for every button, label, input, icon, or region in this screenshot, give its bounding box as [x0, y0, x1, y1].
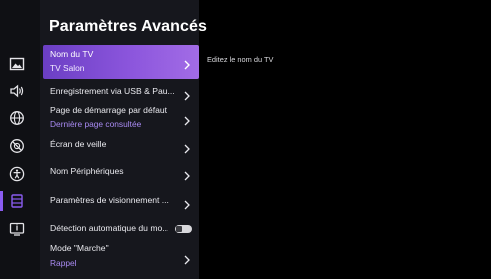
menu-item-tv-name[interactable]: Nom du TV TV Salon: [43, 45, 199, 79]
menu-item-power-mode[interactable]: Mode "Marche" Rappel: [43, 240, 199, 274]
menu-item-device-names[interactable]: Nom Périphériques: [43, 159, 199, 185]
system-icon[interactable]: [7, 191, 27, 211]
auto-detection-toggle[interactable]: [175, 225, 192, 233]
chevron-right-icon: [183, 252, 191, 265]
category-icon-bar: [0, 0, 40, 279]
menu-item-label: Enregistrement via USB & Pau...: [50, 86, 175, 96]
menu-item-label: Paramètres de visionnement ...: [50, 195, 169, 205]
menu-item-label: Nom du TV: [50, 49, 94, 59]
menu-item-label: Nom Périphériques: [50, 166, 124, 176]
support-icon[interactable]: [7, 219, 27, 239]
chevron-right-icon: [183, 168, 191, 181]
chevron-right-icon: [183, 141, 191, 154]
menu-item-label: Mode "Marche": [50, 243, 109, 253]
menu-item-label: Détection automatique du mo...: [50, 223, 168, 233]
menu-item-viewing-settings[interactable]: Paramètres de visionnement ...: [43, 188, 199, 214]
menu-item-value: Dernière page consultée: [50, 119, 142, 129]
menu-item-value: TV Salon: [50, 63, 85, 73]
picture-icon[interactable]: [7, 54, 27, 74]
chevron-right-icon: [183, 197, 191, 210]
accessibility-icon[interactable]: [7, 164, 27, 184]
menu-item-default-start-page[interactable]: Page de démarrage par défaut Dernière pa…: [43, 101, 199, 135]
network-icon[interactable]: [7, 108, 27, 128]
panel-title: Paramètres Avancés: [49, 18, 208, 35]
menu-item-auto-detection[interactable]: Détection automatique du mo...: [43, 216, 199, 242]
channel-icon[interactable]: [7, 136, 27, 156]
chevron-right-icon: [183, 57, 191, 70]
active-category-indicator: [0, 191, 3, 211]
chevron-right-icon: [183, 88, 191, 101]
item-description: Editez le nom du TV: [207, 55, 274, 64]
menu-item-label: Page de démarrage par défaut: [50, 105, 168, 115]
advanced-settings-panel: Paramètres Avancés Nom du TV TV Salon En…: [40, 0, 207, 279]
menu-item-label: Écran de veille: [50, 139, 107, 149]
menu-item-value: Rappel: [50, 258, 77, 268]
menu-item-screensaver[interactable]: Écran de veille: [43, 132, 199, 158]
sound-icon[interactable]: [7, 81, 27, 101]
chevron-right-icon: [183, 113, 191, 126]
toggle-knob: [176, 226, 182, 232]
